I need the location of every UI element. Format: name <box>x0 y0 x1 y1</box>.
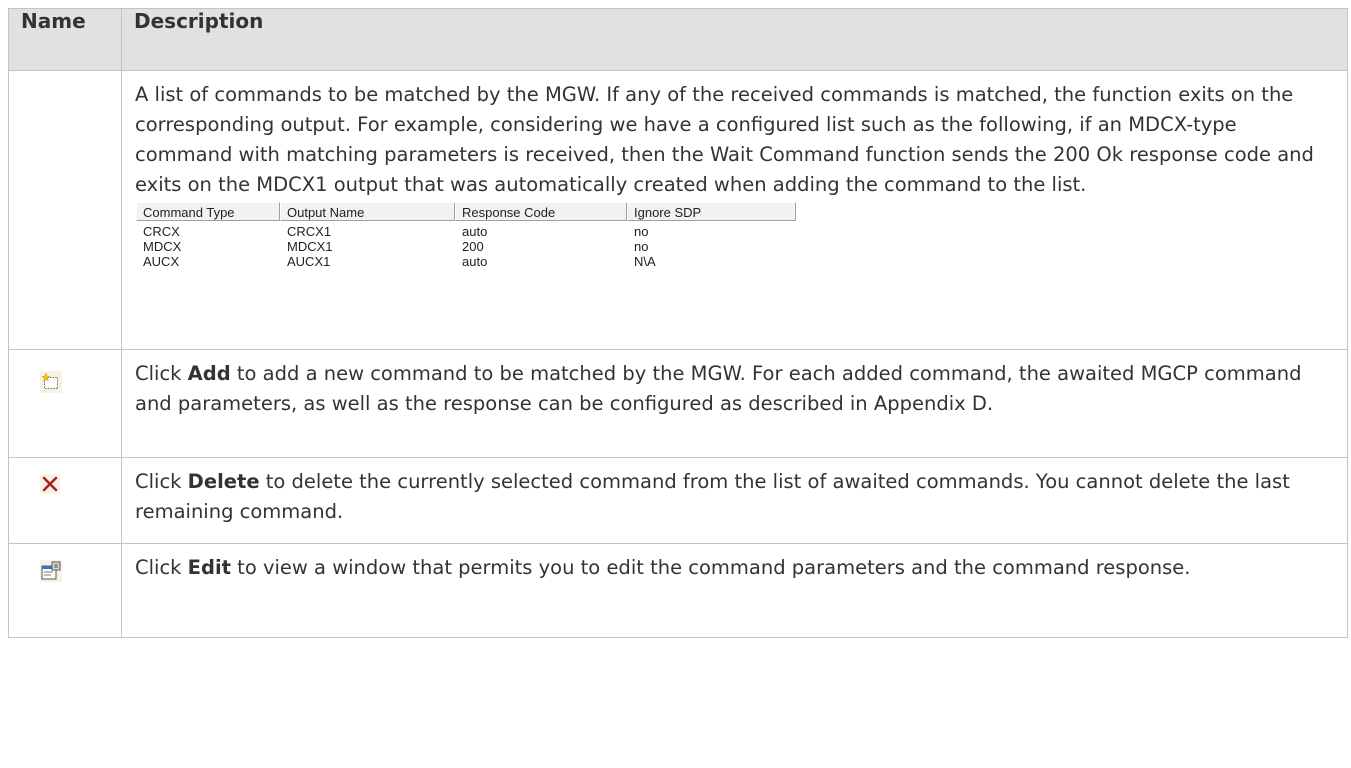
add-label: Add <box>187 362 231 385</box>
col-response-code: Response Code <box>455 202 627 221</box>
cell-output-name: MDCX1 <box>287 239 333 254</box>
description-cell: Click Delete to delete the currently sel… <box>121 457 1348 544</box>
delete-label: Delete <box>187 470 260 493</box>
command-list-row: AUCX AUCX1 auto N\A <box>136 254 796 269</box>
name-cell-empty <box>8 70 122 350</box>
description-cell: Click Add to add a new command to be mat… <box>121 349 1348 458</box>
header-description: Description <box>121 8 1348 71</box>
cell-output-name: AUCX1 <box>287 254 331 269</box>
col-output-name: Output Name <box>280 202 455 221</box>
row-text-prefix: Click <box>135 362 188 385</box>
name-cell <box>8 349 122 458</box>
cell-command-type: AUCX <box>143 254 180 269</box>
row-text-prefix: Click <box>135 556 188 579</box>
cell-ignore-sdp: N\A <box>634 254 656 269</box>
command-list-header: Command Type Output Name Response Code I… <box>136 202 796 221</box>
edit-label: Edit <box>187 556 231 579</box>
table-row: A list of commands to be matched by the … <box>8 70 1348 350</box>
cell-output-name: CRCX1 <box>287 224 332 239</box>
table-header-row: Name Description <box>8 8 1348 71</box>
table-row: Click Delete to delete the currently sel… <box>8 457 1348 544</box>
command-list-example: Command Type Output Name Response Code I… <box>136 202 796 269</box>
row-text-suffix: to add a new command to be matched by th… <box>135 362 1302 415</box>
cell-ignore-sdp: no <box>634 239 649 254</box>
table-row: Click Add to add a new command to be mat… <box>8 349 1348 458</box>
delete-icon <box>40 474 60 494</box>
header-name: Name <box>8 8 122 71</box>
description-cell: Click Edit to view a window that permits… <box>121 543 1348 638</box>
name-cell <box>8 457 122 544</box>
parameters-table: Name Description A list of commands to b… <box>8 8 1348 638</box>
cell-command-type: MDCX <box>143 239 182 254</box>
name-cell <box>8 543 122 638</box>
cell-response-code: auto <box>462 254 488 269</box>
edit-icon <box>40 560 62 582</box>
add-icon <box>40 371 62 393</box>
description-cell: A list of commands to be matched by the … <box>121 70 1348 350</box>
command-list-description: A list of commands to be matched by the … <box>135 83 1314 196</box>
cell-response-code: 200 <box>462 239 484 254</box>
row-text-suffix: to delete the currently selected command… <box>135 470 1290 523</box>
col-ignore-sdp: Ignore SDP <box>627 202 796 221</box>
table-row: Click Edit to view a window that permits… <box>8 543 1348 638</box>
command-list-row: MDCX MDCX1 200 no <box>136 239 796 254</box>
cell-response-code: auto <box>462 224 488 239</box>
col-command-type: Command Type <box>136 202 280 221</box>
command-list-row: CRCX CRCX1 auto no <box>136 224 796 239</box>
row-text-suffix: to view a window that permits you to edi… <box>230 556 1191 579</box>
cell-command-type: CRCX <box>143 224 180 239</box>
row-text-prefix: Click <box>135 470 188 493</box>
cell-ignore-sdp: no <box>634 224 649 239</box>
